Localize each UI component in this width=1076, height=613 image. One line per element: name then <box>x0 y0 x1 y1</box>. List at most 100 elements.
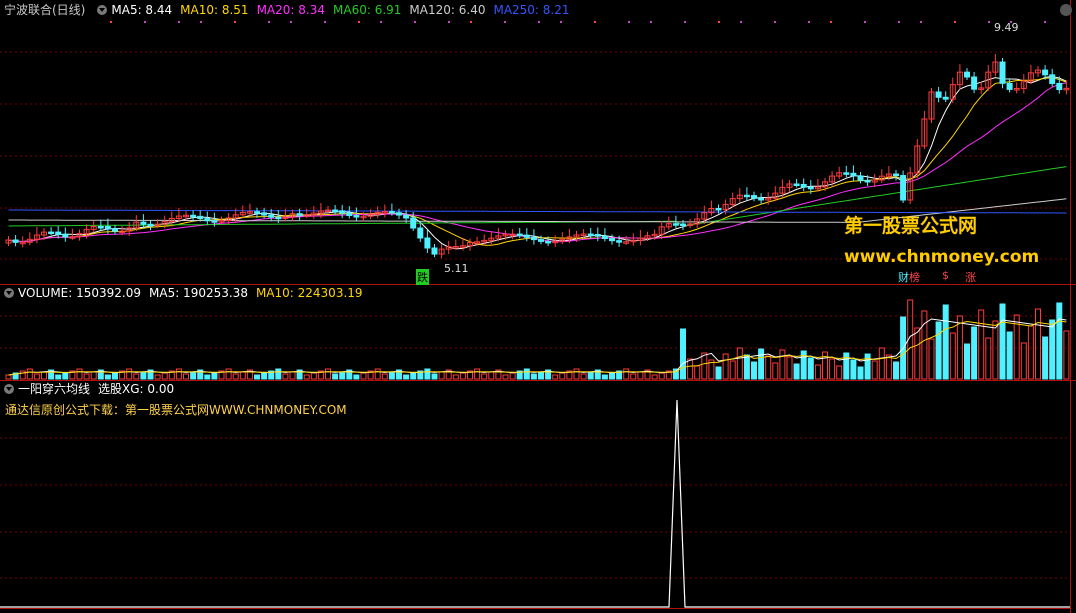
volume-bar <box>140 371 147 380</box>
candle-body <box>609 238 615 242</box>
volume-bar <box>814 364 821 380</box>
candle-body <box>935 91 942 98</box>
volume-bar <box>999 303 1006 380</box>
signal-dot <box>538 21 540 23</box>
volume-bar <box>701 352 708 380</box>
xg-line <box>0 399 1070 608</box>
volume-bar <box>211 372 218 380</box>
volume-bar <box>474 368 481 380</box>
signal-dot <box>110 21 112 23</box>
candle-body <box>353 215 360 218</box>
volume-bar <box>381 373 388 380</box>
candle-body <box>204 218 211 222</box>
low-price-label: 5.11 <box>444 262 469 275</box>
volume-bar <box>410 372 417 380</box>
dropdown-icon[interactable] <box>97 5 108 15</box>
high-price-label: 9.49 <box>994 21 1019 34</box>
signal-dot <box>380 21 382 23</box>
candle-body <box>587 233 594 237</box>
volume-bar <box>580 373 587 380</box>
candle-body <box>850 172 857 177</box>
settings-icon[interactable] <box>1060 4 1072 16</box>
signal-down-marker: 跌 <box>416 269 429 285</box>
volume-bar <box>261 372 268 380</box>
candle-body <box>261 212 268 216</box>
volume-bar <box>83 373 90 380</box>
candle-body <box>275 216 282 220</box>
candle-body <box>211 220 218 223</box>
volume-bar <box>502 374 509 380</box>
signal-dot <box>144 21 146 23</box>
volume-bar <box>623 368 630 380</box>
volume-bar <box>126 368 133 380</box>
volume-bar <box>1063 330 1070 380</box>
candle-body <box>964 71 970 78</box>
candle-body <box>743 194 750 198</box>
volume-bar <box>90 371 97 380</box>
dropdown-icon[interactable] <box>4 288 14 298</box>
volume-bar <box>758 348 765 380</box>
volume-bar <box>587 371 594 380</box>
candle-body <box>601 235 608 240</box>
volume-bar <box>438 371 445 380</box>
volume-bar <box>935 321 942 380</box>
volume-bar <box>360 372 367 380</box>
signal-dot <box>628 21 630 23</box>
volume-bar <box>779 349 786 380</box>
volume-bar <box>921 310 928 380</box>
candle-body <box>793 183 800 187</box>
volume-bar <box>183 373 189 380</box>
volume-bar <box>715 366 722 380</box>
price-indicator: MA5: 8.44 <box>111 3 173 17</box>
volume-bar <box>857 366 864 380</box>
volume-bar <box>836 365 843 380</box>
volume-bar <box>282 373 289 380</box>
signal-dot <box>504 21 506 23</box>
candle-body <box>857 175 864 181</box>
volume-bar <box>637 371 644 380</box>
volume-bar <box>424 368 431 380</box>
volume-bar <box>332 373 339 380</box>
volume-bar <box>864 353 871 380</box>
volume-bar <box>793 363 800 380</box>
stock-title: 宁波联合(日线) <box>4 3 86 17</box>
signal-dot <box>178 21 180 23</box>
volume-bar <box>1035 308 1041 380</box>
formula-panel-header: 一阳穿六均线 选股XG: 0.00 <box>0 380 182 398</box>
candle-body <box>112 228 118 232</box>
watermark-url: www.chnmoney.com <box>844 247 1040 267</box>
signal-dot <box>684 21 686 23</box>
volume-bar <box>751 361 757 380</box>
volume-bar <box>807 357 814 380</box>
candle-body <box>62 233 69 238</box>
volume-bar <box>914 327 921 380</box>
candle-body <box>424 237 431 249</box>
signal-dot <box>808 21 810 23</box>
candle-body <box>516 233 523 237</box>
signal-dot <box>268 21 270 23</box>
candle-body <box>104 226 111 230</box>
candle-body <box>254 211 260 214</box>
volume-bar <box>978 309 985 380</box>
candle-body <box>296 213 303 216</box>
signal-dot <box>234 21 236 23</box>
volume-bar <box>680 328 686 380</box>
candle-body <box>346 212 353 217</box>
candle-body <box>545 240 552 244</box>
candle-body <box>190 214 197 218</box>
candle-body <box>403 214 410 219</box>
candle-body <box>410 217 417 229</box>
candle-body <box>616 240 623 243</box>
candle-body <box>55 231 62 235</box>
chart-canvas <box>0 0 1076 613</box>
candle-body <box>147 223 154 227</box>
price-indicator: MA250: 8.21 <box>493 3 570 17</box>
dropdown-icon[interactable] <box>4 384 14 394</box>
volume-bar <box>1056 302 1063 380</box>
volume-bar <box>353 374 360 380</box>
candle-body <box>999 61 1006 84</box>
xg-signal-line <box>0 399 1070 608</box>
signal-dot <box>740 21 742 23</box>
signal-dot <box>650 21 652 23</box>
volume-bar <box>878 347 885 380</box>
